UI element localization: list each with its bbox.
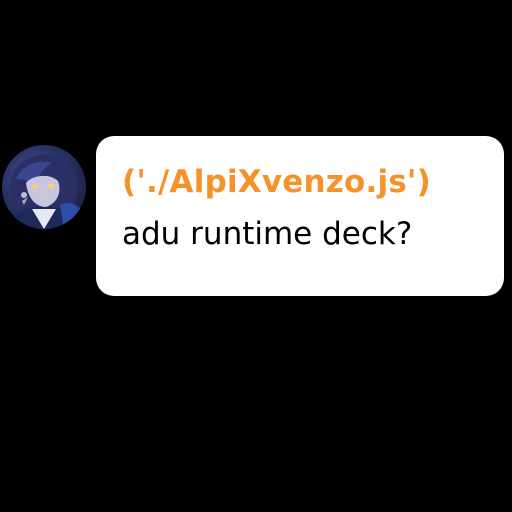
message-code-line: ('./AlpiXvenzo.js')	[122, 164, 432, 200]
message-bubble[interactable]: ('./AlpiXvenzo.js') adu runtime deck?	[96, 136, 504, 296]
chat-sticker: ('./AlpiXvenzo.js') adu runtime deck?	[0, 0, 512, 512]
anime-character-avatar-icon	[6, 154, 84, 229]
message-text-line: adu runtime deck?	[122, 216, 413, 252]
user-avatar[interactable]	[2, 145, 86, 229]
